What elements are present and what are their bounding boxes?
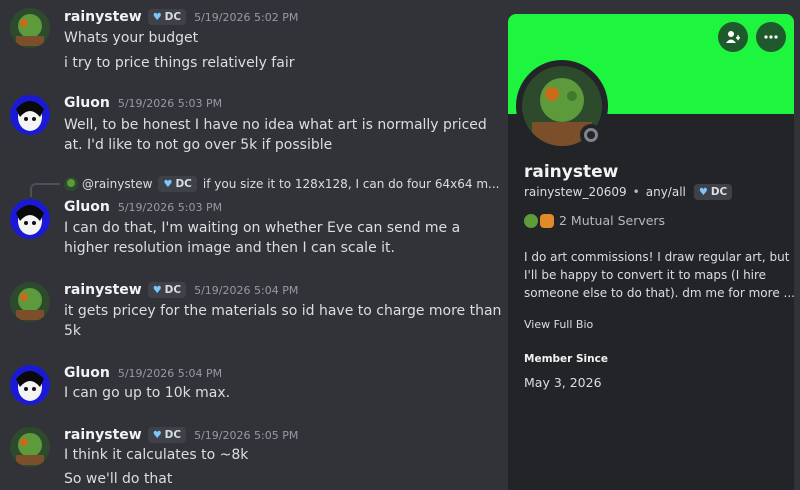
profile-bio: I do art commissions! I draw regular art… [524,248,794,302]
message-text: Well, to be honest I have no idea what a… [64,117,487,133]
add-friend-icon [726,31,740,43]
avatar[interactable] [10,365,50,405]
avatar[interactable] [10,8,50,48]
server-tag-badge[interactable]: ♥ DC [147,427,187,443]
username[interactable]: rainystew [64,427,142,443]
timestamp: 5/19/2026 5:05 PM [194,428,299,442]
reply-avatar [64,177,78,191]
profile-tagline: rainystew_20609 • any/all ♥ DC [524,184,733,200]
chat-message-list: rainystew ♥ DC 5/19/2026 5:02 PM Whats yo… [0,0,502,490]
message-text: at. I'd like to not go over 5k if possib… [64,137,333,153]
username[interactable]: Gluon [64,365,110,381]
message-text: it gets pricey for the materials so id h… [64,303,502,319]
username[interactable]: rainystew [64,282,142,298]
timestamp: 5/19/2026 5:02 PM [194,10,299,24]
reply-preview[interactable]: @rainystew ♥ DC if you size it to 128x128… [64,176,499,192]
reply-text: if you size it to 128x128, I can do four… [202,177,500,191]
more-options-button[interactable] [756,22,786,52]
timestamp: 5/19/2026 5:03 PM [117,96,223,110]
heart-icon: ♥ [698,186,708,198]
reply-username[interactable]: @rainystew [82,177,152,191]
profile-display-name: rainystew [524,162,619,182]
username[interactable]: Gluon [64,95,110,111]
message-text: 5k [64,323,82,339]
avatar[interactable] [10,199,50,239]
avatar[interactable] [10,95,50,135]
member-since-label: Member Since [524,353,608,365]
member-since-date: May 3, 2026 [524,375,602,390]
bio-line: I'll be happy to convert it to maps (I h… [524,268,767,282]
avatar[interactable] [10,282,50,322]
server-icon [540,213,554,228]
reply-connector [30,183,60,197]
message-text: So we'll do that [64,471,173,487]
heart-icon: ♥ [152,11,162,23]
message-text: i try to price things relatively fair [64,55,295,71]
timestamp: 5/19/2026 5:04 PM [194,283,299,297]
server-tag-badge[interactable]: ♥ DC [147,282,187,298]
bio-line: I do art commissions! I draw regular art… [524,250,790,264]
username[interactable]: rainystew [64,9,142,25]
view-full-bio-link[interactable]: View Full Bio [524,318,593,331]
server-tag-badge: ♥ DC [158,176,197,192]
heart-icon: ♥ [152,284,162,296]
avatar[interactable] [10,427,50,467]
message-text: I think it calculates to ~8k [64,447,249,463]
add-friend-button[interactable] [718,22,748,52]
message-text: Whats your budget [64,30,199,46]
offline-status-icon [580,124,602,146]
more-options-icon [764,35,778,39]
heart-icon: ♥ [163,178,173,190]
mutual-servers-link[interactable]: 2 Mutual Servers [524,213,665,228]
username[interactable]: Gluon [64,199,110,215]
user-profile-panel: rainystew rainystew_20609 • any/all ♥ DC … [508,14,794,490]
server-tag-badge[interactable]: ♥ DC [147,9,187,25]
timestamp: 5/19/2026 5:03 PM [117,200,223,214]
message-text: I can do that, I'm waiting on whether Ev… [64,220,461,236]
server-tag-badge[interactable]: ♥ DC [693,184,733,200]
heart-icon: ♥ [152,429,162,441]
message-text: I can go up to 10k max. [64,385,231,401]
profile-username: rainystew_20609 [524,185,627,199]
server-icon [524,213,538,228]
message-text: higher resolution image and then I can s… [64,240,395,256]
timestamp: 5/19/2026 5:04 PM [117,366,223,380]
bio-line: someone else to do that). dm me for more… [524,286,794,300]
profile-pronouns: any/all [645,185,686,199]
separator-dot: • [632,185,640,199]
